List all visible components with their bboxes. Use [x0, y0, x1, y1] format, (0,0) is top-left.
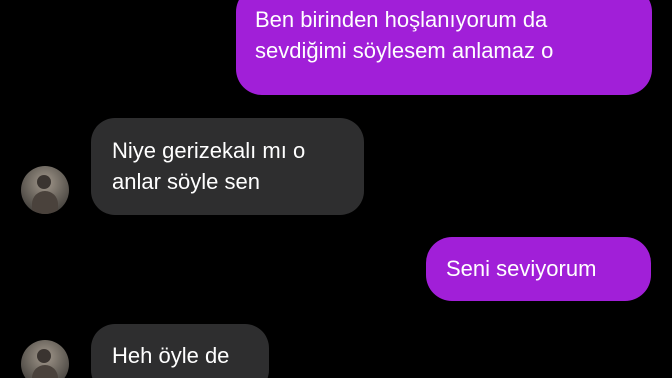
- message-text-line: sevdiğimi söylesem anlamaz o: [255, 38, 554, 63]
- chat-thread: Ben birinden hoşlanıyorum da sevdiğimi s…: [0, 0, 672, 378]
- received-message-bubble[interactable]: Niye gerizekalı mı o anlar söyle sen: [91, 118, 364, 215]
- message-text-line: anlar söyle sen: [112, 169, 260, 194]
- contact-avatar-icon[interactable]: [21, 340, 69, 378]
- contact-avatar-icon[interactable]: [21, 166, 69, 214]
- received-message-bubble[interactable]: Heh öyle de: [91, 324, 269, 378]
- message-text-line: Heh öyle de: [112, 343, 230, 368]
- message-text-line: Niye gerizekalı mı o: [112, 138, 306, 163]
- sent-message-bubble[interactable]: Seni seviyorum: [426, 237, 651, 301]
- sent-message-bubble[interactable]: Ben birinden hoşlanıyorum da sevdiğimi s…: [236, 0, 652, 95]
- message-text-line: Ben birinden hoşlanıyorum da: [255, 7, 548, 32]
- message-text-line: Seni seviyorum: [446, 256, 597, 281]
